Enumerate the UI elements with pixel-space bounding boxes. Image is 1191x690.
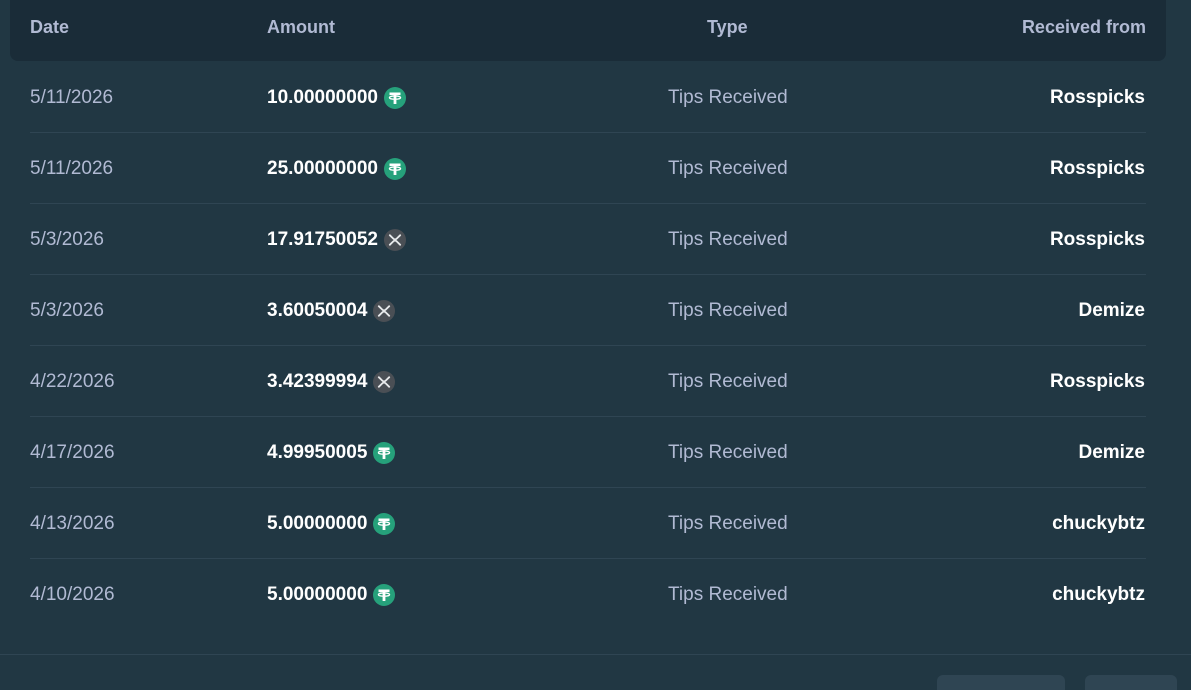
row-type: Tips Received bbox=[668, 87, 788, 108]
row-date: 4/22/2026 bbox=[30, 371, 115, 392]
row-amount-value: 17.91750052 bbox=[267, 229, 378, 250]
row-type: Tips Received bbox=[668, 300, 788, 321]
row-type: Tips Received bbox=[668, 229, 788, 250]
column-header-received-from: Received from bbox=[1021, 17, 1146, 37]
xrp-icon bbox=[373, 371, 396, 393]
table-row: 5/11/2026 10.00000000 Tips Received Ross… bbox=[0, 62, 1191, 133]
row-amount: 17.91750052 bbox=[267, 228, 406, 252]
row-type: Tips Received bbox=[668, 513, 788, 534]
row-date: 4/13/2026 bbox=[30, 513, 115, 534]
table-row: 4/17/2026 4.99950005 Tips Received Demiz… bbox=[0, 417, 1191, 488]
row-type: Tips Received bbox=[668, 442, 788, 463]
row-amount-value: 5.00000000 bbox=[267, 513, 368, 534]
row-amount-value: 4.99950005 bbox=[267, 442, 368, 463]
row-date: 4/17/2026 bbox=[30, 442, 115, 463]
row-date: 5/3/2026 bbox=[30, 229, 104, 250]
row-received-from[interactable]: chuckybtz bbox=[1052, 583, 1145, 607]
row-date: 5/11/2026 bbox=[30, 87, 114, 108]
table-row: 4/13/2026 5.00000000 Tips Received chuck… bbox=[0, 488, 1191, 559]
row-date: 4/10/2026 bbox=[30, 584, 115, 605]
row-received-from[interactable]: Demize bbox=[1078, 299, 1145, 323]
row-amount: 3.42399994 bbox=[267, 370, 396, 394]
usdt-icon bbox=[383, 158, 406, 180]
row-type: Tips Received bbox=[668, 584, 788, 605]
xrp-icon bbox=[373, 300, 396, 322]
row-received-from[interactable]: Rosspicks bbox=[1050, 370, 1145, 394]
row-amount-value: 5.00000000 bbox=[267, 584, 368, 605]
row-type: Tips Received bbox=[668, 158, 788, 179]
table-footer-divider bbox=[0, 654, 1191, 655]
row-date: 5/3/2026 bbox=[30, 300, 104, 321]
table-row: 5/3/2026 17.91750052 Tips Received Rossp… bbox=[0, 204, 1191, 275]
row-date: 5/11/2026 bbox=[30, 158, 114, 179]
row-amount: 25.00000000 bbox=[267, 157, 406, 181]
row-received-from[interactable]: chuckybtz bbox=[1052, 512, 1145, 536]
row-type: Tips Received bbox=[668, 371, 788, 392]
xrp-icon bbox=[383, 229, 406, 251]
usdt-icon bbox=[383, 87, 406, 109]
table-row: 4/10/2026 5.00000000 Tips Received chuck… bbox=[0, 559, 1191, 630]
usdt-icon bbox=[373, 584, 396, 606]
row-received-from[interactable]: Rosspicks bbox=[1050, 157, 1145, 181]
row-amount: 5.00000000 bbox=[267, 512, 396, 536]
tips-table-page: Date Amount Type Received from 5/11/2026… bbox=[0, 0, 1191, 690]
row-amount: 4.99950005 bbox=[267, 441, 396, 465]
table-row: 5/3/2026 3.60050004 Tips Received Demize bbox=[0, 275, 1191, 346]
table-row: 4/22/2026 3.42399994 Tips Received Rossp… bbox=[0, 346, 1191, 417]
row-received-from[interactable]: Demize bbox=[1078, 441, 1145, 465]
row-amount: 5.00000000 bbox=[267, 583, 396, 607]
row-received-from[interactable]: Rosspicks bbox=[1050, 228, 1145, 252]
column-header-date: Date bbox=[30, 17, 70, 37]
column-header-amount: Amount bbox=[267, 17, 335, 37]
row-amount: 10.00000000 bbox=[267, 86, 406, 110]
row-amount-value: 25.00000000 bbox=[267, 158, 378, 179]
table-header: Date Amount Type Received from bbox=[10, 0, 1166, 61]
table-body: 5/11/2026 10.00000000 Tips Received Ross… bbox=[0, 62, 1191, 630]
usdt-icon bbox=[373, 513, 396, 535]
row-amount-value: 10.00000000 bbox=[267, 87, 378, 108]
usdt-icon bbox=[373, 442, 396, 464]
row-amount: 3.60050004 bbox=[267, 299, 396, 323]
row-received-from[interactable]: Rosspicks bbox=[1050, 86, 1145, 110]
pagination-previous-button[interactable] bbox=[937, 675, 1065, 690]
pagination-next-button[interactable] bbox=[1085, 675, 1177, 690]
table-row: 5/11/2026 25.00000000 Tips Received Ross… bbox=[0, 133, 1191, 204]
row-amount-value: 3.42399994 bbox=[267, 371, 368, 392]
row-amount-value: 3.60050004 bbox=[267, 300, 368, 321]
column-header-type: Type bbox=[707, 17, 748, 37]
